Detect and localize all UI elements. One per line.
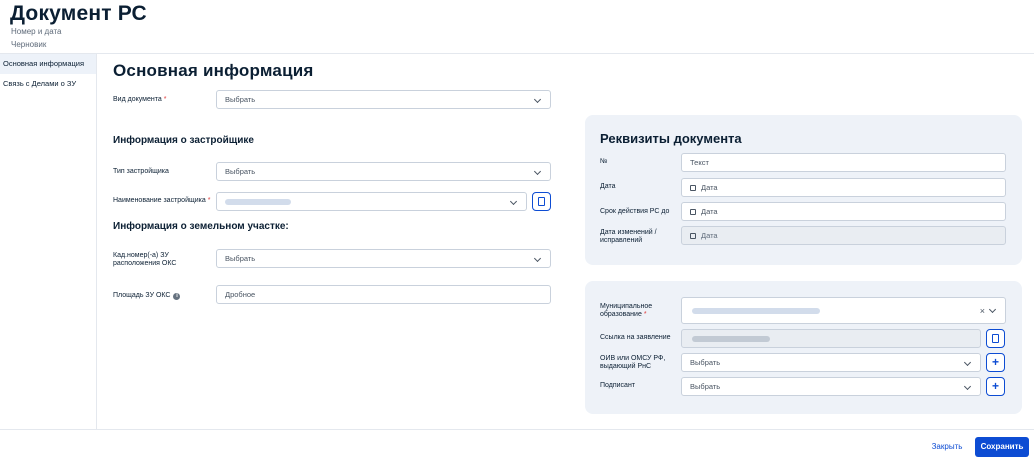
add-signer-button[interactable]: + (986, 377, 1005, 396)
authority-value: Выбрать (690, 358, 721, 367)
cadastral-select[interactable]: Выбрать (216, 249, 551, 268)
sidebar: Основная информация Связь с Делами о ЗУ (0, 54, 97, 430)
section-heading: Основная информация (113, 61, 314, 80)
doc-type-select[interactable]: Выбрать (216, 90, 551, 109)
change-date-placeholder: Дата (701, 231, 718, 240)
municipality-select[interactable]: × (681, 297, 1006, 324)
valid-until-input[interactable]: Дата (681, 202, 1006, 221)
save-button[interactable]: Сохранить (975, 437, 1029, 457)
application-link-label: Ссылка на заявление (600, 334, 671, 341)
developer-name-label: Наименование застройщика * (113, 197, 211, 204)
document-icon (992, 334, 999, 343)
number-placeholder: Текст (690, 158, 709, 167)
required-mark: * (163, 96, 167, 103)
developer-section-title: Информация о застройщике (113, 135, 254, 146)
cadastral-label: Кад.номер(-а) ЗУ расположения ОКС (113, 252, 177, 267)
authority-select[interactable]: Выбрать (681, 353, 981, 372)
add-authority-button[interactable]: + (986, 353, 1005, 372)
developer-type-value: Выбрать (225, 167, 256, 176)
change-date-label: Дата изменений / исправлений (600, 229, 657, 244)
chevron-down-icon (533, 167, 542, 176)
plus-icon: + (991, 379, 999, 393)
application-link-button[interactable] (986, 329, 1005, 348)
page-title: Документ РС (10, 2, 147, 25)
valid-until-placeholder: Дата (701, 207, 718, 216)
close-icon[interactable]: × (980, 306, 985, 316)
number-input[interactable]: Текст (681, 153, 1006, 172)
header-divider (0, 53, 1034, 54)
chevron-down-icon (533, 254, 542, 263)
authority-label: ОИВ или ОМСУ РФ, выдающий РнС (600, 355, 666, 370)
valid-until-label: Срок действия РС до (600, 208, 670, 215)
date-input[interactable]: Дата (681, 178, 1006, 197)
close-button[interactable]: Закрыть (923, 437, 971, 457)
chevron-down-icon (963, 382, 972, 391)
signer-select[interactable]: Выбрать (681, 377, 981, 396)
developer-name-select[interactable] (216, 192, 527, 211)
required-mark: * (207, 197, 211, 204)
cadastral-value: Выбрать (225, 254, 256, 263)
chevron-down-icon (988, 305, 997, 314)
number-and-date: Номер и дата (11, 27, 62, 36)
land-section-title: Информация о земельном участке: (113, 221, 289, 232)
calendar-icon (690, 233, 696, 239)
date-label: Дата (600, 183, 616, 190)
developer-card-button[interactable] (532, 192, 551, 211)
developer-type-label: Тип застройщика (113, 168, 169, 175)
chevron-down-icon (963, 358, 972, 367)
sidebar-item-land-cases[interactable]: Связь с Делами о ЗУ (0, 74, 96, 94)
sidebar-item-main-info[interactable]: Основная информация (0, 54, 96, 74)
developer-type-select[interactable]: Выбрать (216, 162, 551, 181)
area-input[interactable]: Дробное (216, 285, 551, 304)
calendar-icon (690, 185, 696, 191)
chevron-down-icon (533, 95, 542, 104)
required-mark: * (643, 311, 647, 318)
chevron-down-icon (509, 197, 518, 206)
change-date-input: Дата (681, 226, 1006, 245)
doc-type-label: Вид документа * (113, 96, 167, 103)
redacted-value (692, 308, 820, 314)
area-label: Площадь ЗУ ОКС i (113, 292, 181, 300)
signer-value: Выбрать (690, 382, 721, 391)
info-icon[interactable]: i (173, 293, 181, 300)
calendar-icon (690, 209, 696, 215)
redacted-value (225, 199, 291, 205)
status-text: Черновик (11, 40, 47, 49)
date-placeholder: Дата (701, 183, 718, 192)
plus-icon: + (991, 355, 999, 369)
signer-label: Подписант (600, 382, 636, 389)
application-link-input (681, 329, 981, 348)
redacted-value (692, 336, 770, 342)
footer-divider (0, 429, 1034, 430)
area-placeholder: Дробное (225, 290, 256, 299)
requisites-title: Реквизиты документа (600, 131, 742, 146)
document-icon (538, 197, 545, 206)
number-label: № (600, 158, 608, 165)
doc-type-value: Выбрать (225, 95, 256, 104)
page-header: Документ РС Номер и дата Черновик (0, 0, 1034, 54)
municipality-label: Муниципальное образование * (600, 303, 653, 318)
